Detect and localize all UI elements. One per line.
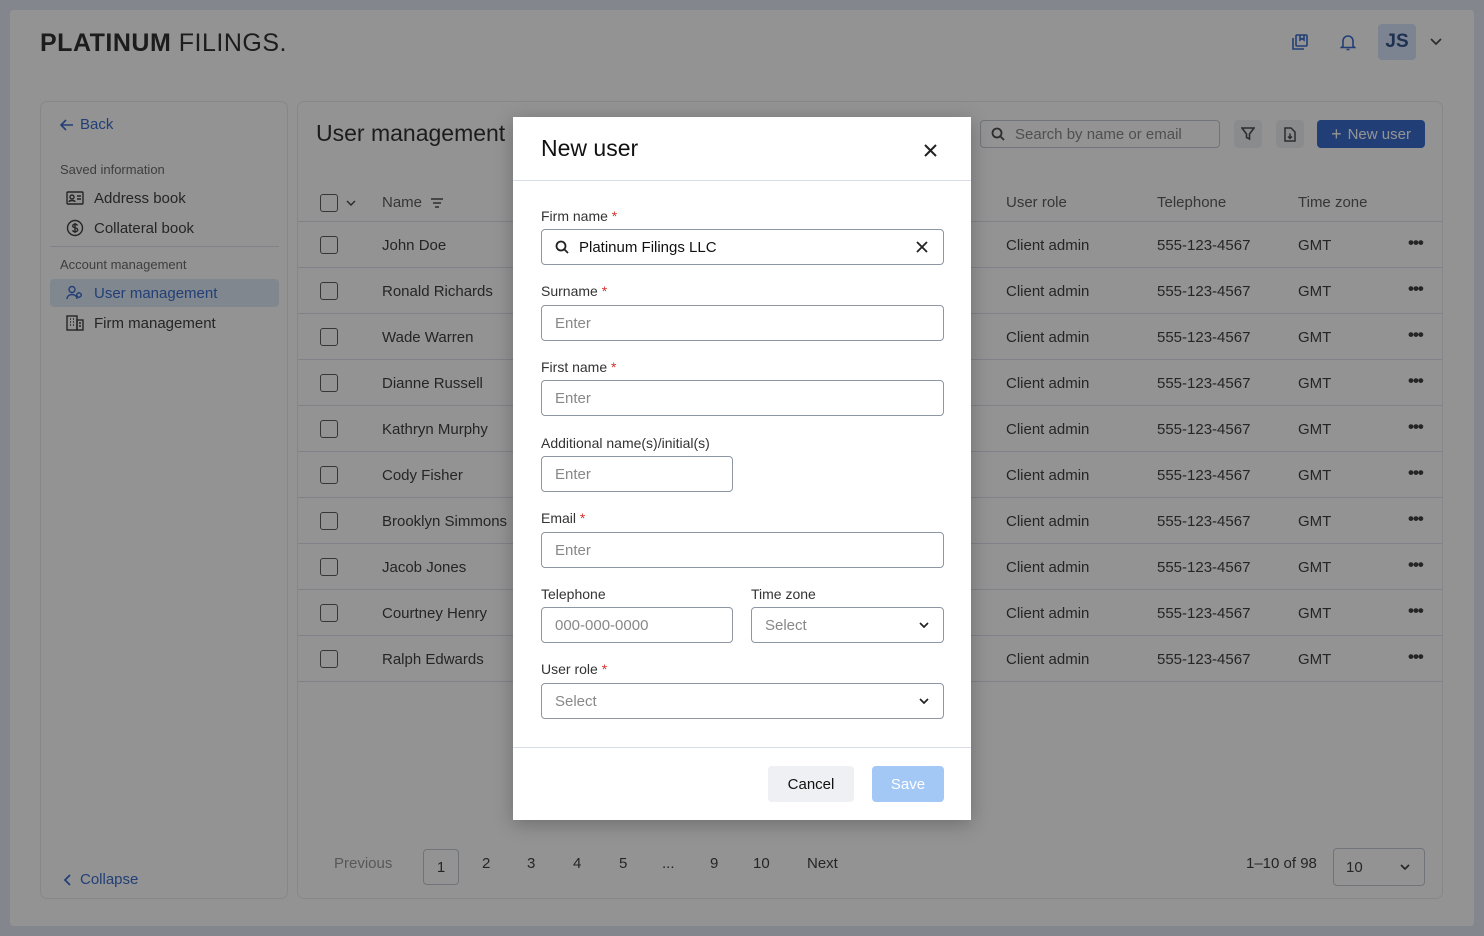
clear-icon[interactable] bbox=[916, 241, 928, 253]
dialog-footer: Cancel Save bbox=[513, 747, 971, 820]
dialog-header: New user bbox=[513, 117, 971, 181]
telephone-label: Telephone bbox=[541, 586, 606, 602]
close-icon[interactable] bbox=[917, 137, 943, 163]
first-name-field[interactable]: Enter bbox=[541, 380, 944, 416]
email-label: Email * bbox=[541, 510, 586, 526]
dialog-title: New user bbox=[541, 135, 639, 161]
telephone-field[interactable]: 000-000-0000 bbox=[541, 607, 733, 643]
surname-label: Surname * bbox=[541, 283, 608, 299]
user-role-label: User role * bbox=[541, 661, 608, 677]
new-user-dialog: New user Firm name * Platinum Filings LL… bbox=[513, 117, 971, 820]
time-zone-label: Time zone bbox=[751, 586, 816, 602]
chevron-down-icon bbox=[919, 622, 929, 628]
additional-names-label: Additional name(s)/initial(s) bbox=[541, 435, 710, 451]
save-button[interactable]: Save bbox=[872, 766, 944, 802]
firm-name-field[interactable]: Platinum Filings LLC bbox=[541, 229, 944, 265]
search-icon bbox=[555, 240, 569, 254]
email-field[interactable]: Enter bbox=[541, 532, 944, 568]
chevron-down-icon bbox=[919, 698, 929, 704]
first-name-label: First name * bbox=[541, 359, 617, 375]
surname-field[interactable]: Enter bbox=[541, 305, 944, 341]
cancel-button[interactable]: Cancel bbox=[768, 766, 854, 802]
additional-names-field[interactable]: Enter bbox=[541, 456, 733, 492]
time-zone-select[interactable]: Select bbox=[751, 607, 944, 643]
user-role-select[interactable]: Select bbox=[541, 683, 944, 719]
firm-name-label: Firm name * bbox=[541, 208, 618, 224]
